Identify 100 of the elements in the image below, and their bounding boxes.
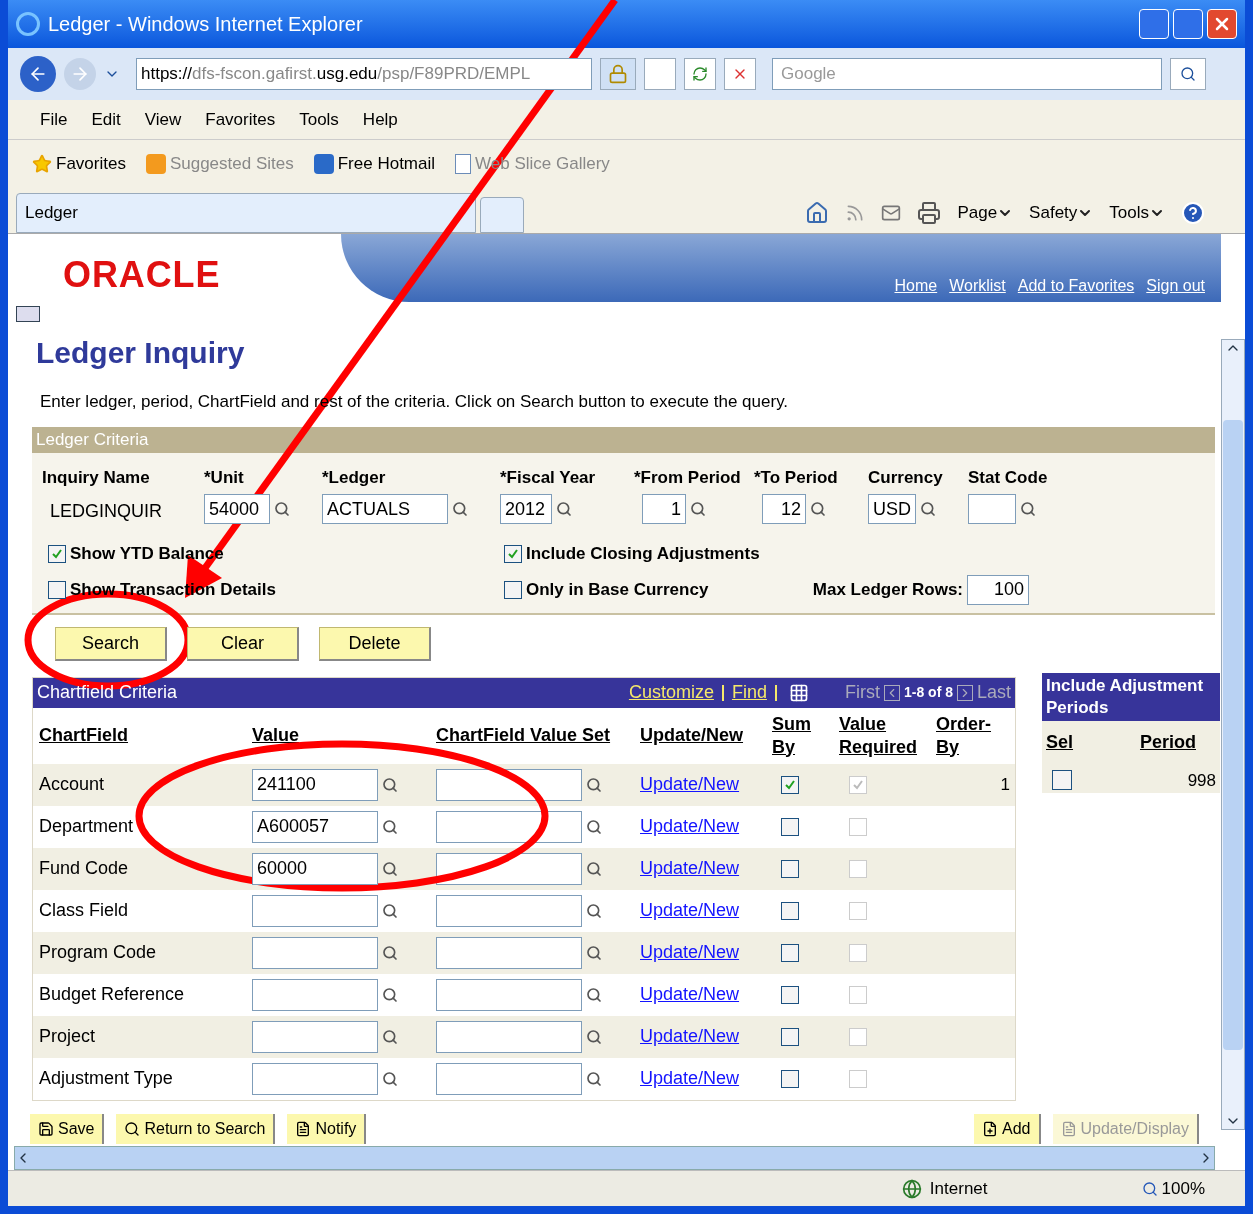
column-header[interactable]: ChartField [39, 724, 128, 747]
maximize-button[interactable] [1173, 9, 1203, 39]
refresh-button[interactable] [684, 58, 716, 90]
lookup-icon[interactable] [452, 501, 468, 517]
toolbar-button[interactable]: Return to Search [116, 1114, 276, 1144]
lookup-icon[interactable] [556, 501, 572, 517]
max-rows-field[interactable]: 100 [967, 574, 1029, 605]
column-header[interactable]: Update/New [640, 724, 744, 747]
value-set-field[interactable] [436, 978, 582, 1011]
menu-item[interactable]: Help [362, 106, 398, 133]
update-new-link[interactable]: Update/New [640, 1023, 740, 1050]
update-new-link[interactable]: Update/New [640, 855, 740, 882]
update-new-link[interactable]: Update/New [640, 981, 740, 1008]
value-set-field[interactable] [436, 1020, 582, 1053]
select-checkbox[interactable] [1052, 770, 1072, 791]
action-button[interactable]: Search [55, 626, 167, 661]
previous-icon[interactable] [883, 684, 900, 701]
browser-tab[interactable]: Ledger [16, 193, 476, 233]
command-menu[interactable]: Tools [1109, 200, 1149, 226]
checkbox[interactable] [781, 1027, 799, 1046]
favorites-link[interactable]: Free Hotmail [337, 151, 436, 177]
menu-item[interactable]: View [144, 106, 182, 133]
toolbar-button[interactable]: Save [30, 1114, 105, 1144]
lookup-icon[interactable] [586, 1028, 602, 1045]
value-field[interactable] [252, 894, 378, 927]
value-set-field[interactable] [436, 936, 582, 969]
lookup-icon[interactable] [586, 902, 602, 919]
menu-item[interactable]: Favorites [205, 106, 276, 133]
update-new-link[interactable]: Update/New [640, 813, 740, 840]
value-field[interactable]: 241100 [252, 768, 378, 801]
column-header[interactable]: Value Required [839, 712, 917, 759]
value-set-field[interactable] [436, 894, 582, 927]
print-icon[interactable] [917, 201, 942, 225]
vertical-scrollbar[interactable] [1221, 339, 1245, 1130]
update-new-link[interactable]: Update/New [640, 1065, 740, 1092]
update-new-link[interactable]: Update/New [640, 771, 740, 798]
nav-link[interactable]: Add to Favorites [1017, 274, 1135, 298]
lookup-field[interactable]: ACTUALS [322, 494, 448, 524]
checkbox[interactable] [781, 943, 799, 962]
checkbox[interactable] [781, 775, 799, 794]
checkbox[interactable] [48, 580, 66, 599]
value-field[interactable] [252, 1020, 378, 1053]
search-button[interactable] [1170, 58, 1206, 90]
menu-item[interactable]: Edit [91, 106, 121, 133]
lookup-icon[interactable] [382, 1028, 398, 1045]
lookup-icon[interactable] [586, 1070, 602, 1087]
next-icon[interactable] [956, 684, 973, 701]
checkbox[interactable] [781, 859, 799, 878]
value-field[interactable] [252, 1062, 378, 1095]
column-header[interactable]: Period [1140, 728, 1196, 756]
lookup-icon[interactable] [920, 501, 936, 517]
lookup-icon[interactable] [690, 501, 706, 517]
lookup-icon[interactable] [586, 944, 602, 961]
checkbox[interactable] [781, 817, 799, 836]
nav-link[interactable]: Sign out [1146, 274, 1205, 298]
lookup-icon[interactable] [382, 944, 398, 961]
action-button[interactable]: Delete [319, 626, 431, 661]
menu-item[interactable]: Tools [299, 106, 339, 133]
lookup-icon[interactable] [586, 860, 602, 877]
lookup-icon[interactable] [586, 818, 602, 835]
search-field[interactable]: Google [772, 58, 1162, 90]
value-set-field[interactable] [436, 810, 582, 843]
toolbar-button[interactable]: Add [974, 1114, 1041, 1144]
nav-link[interactable]: Worklist [949, 274, 1006, 298]
zoom-level[interactable]: 100% [1161, 1175, 1205, 1202]
lookup-icon[interactable] [586, 776, 602, 793]
lookup-field[interactable] [968, 494, 1016, 524]
nav-link[interactable]: Home [894, 274, 938, 298]
lookup-icon[interactable] [274, 501, 290, 517]
value-field[interactable] [252, 936, 378, 969]
help-icon[interactable] [1181, 201, 1205, 225]
value-set-field[interactable] [436, 768, 582, 801]
toolbar-button[interactable]: Notify [287, 1114, 367, 1144]
value-field[interactable] [252, 978, 378, 1011]
lookup-field[interactable]: 2012 [500, 494, 552, 524]
back-button[interactable] [20, 56, 56, 92]
close-button[interactable] [1207, 9, 1237, 39]
mail-icon[interactable] [881, 203, 902, 223]
lookup-icon[interactable] [382, 902, 398, 919]
column-header[interactable]: ChartField Value Set [436, 724, 611, 747]
value-set-field[interactable] [436, 1062, 582, 1095]
checkbox[interactable] [504, 544, 522, 563]
lookup-icon[interactable] [382, 860, 398, 877]
menu-toggle-icon[interactable] [16, 306, 40, 322]
value-field[interactable]: 60000 [252, 852, 378, 885]
last-link[interactable]: Last [976, 679, 1011, 706]
checkbox[interactable] [781, 985, 799, 1004]
home-icon[interactable] [805, 201, 830, 225]
checkbox[interactable] [504, 580, 522, 599]
update-new-link[interactable]: Update/New [640, 939, 740, 966]
download-grid-icon[interactable] [788, 682, 809, 703]
menu-item[interactable]: File [40, 106, 68, 133]
customize-link[interactable]: Customize [628, 679, 714, 706]
lookup-icon[interactable] [382, 776, 398, 793]
column-header[interactable]: Order-By [936, 712, 991, 759]
command-menu[interactable]: Page [957, 200, 998, 226]
lookup-icon[interactable] [586, 986, 602, 1003]
lookup-icon[interactable] [1020, 501, 1036, 517]
lookup-icon[interactable] [810, 501, 826, 517]
update-new-link[interactable]: Update/New [640, 897, 740, 924]
